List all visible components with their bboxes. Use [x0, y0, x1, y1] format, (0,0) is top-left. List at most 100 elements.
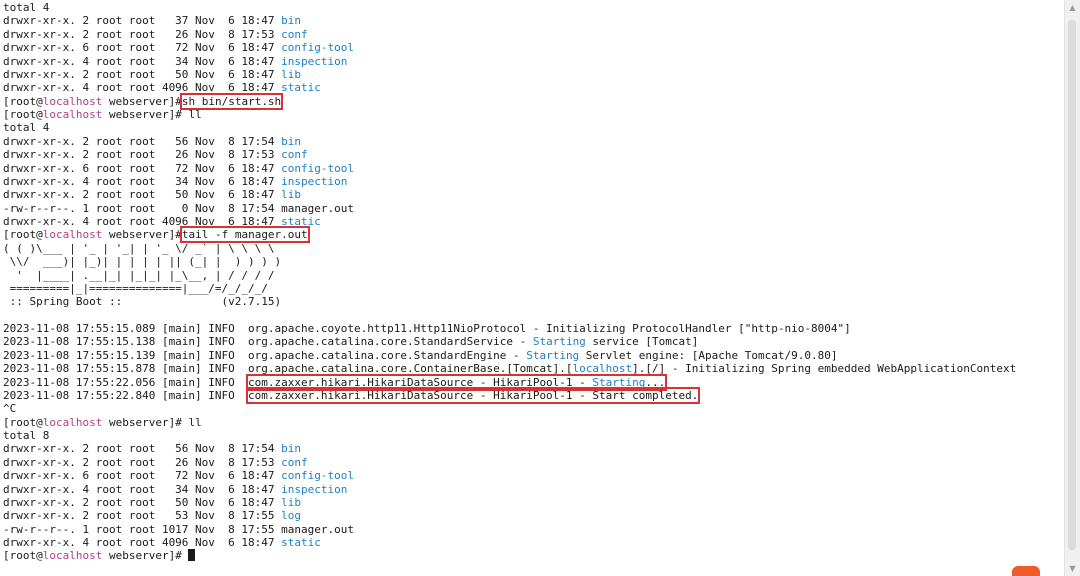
log-timestamp: 2023-11-08 17:55:22.840 [main] INFO — [3, 388, 249, 402]
listing-row: drwxr-xr-x. 2 root root 50 Nov 6 18:47 l… — [3, 188, 1065, 201]
file-meta: drwxr-xr-x. 6 root root 72 Nov 6 18:47 — [3, 41, 282, 55]
file-meta: drwxr-xr-x. 6 root root 72 Nov 6 18:47 — [3, 161, 282, 175]
file-meta: drwxr-xr-x. 4 root root 4096 Nov 6 18:47 — [3, 215, 282, 228]
spring-boot-label: :: Spring Boot :: — [3, 295, 129, 309]
spring-banner-line: ' |____| .__|_| |_|_| |_\__, | / / / / — [3, 268, 275, 282]
dir-name: lib — [281, 188, 302, 202]
file-meta: drwxr-xr-x. 2 root root 53 Nov 8 17:55 — [3, 509, 282, 523]
log-line: 2023-11-08 17:55:15.089 [main] INFO org.… — [3, 322, 1065, 335]
file-name: manager.out — [281, 201, 355, 215]
prompt-line[interactable]: [root@localhost webserver]# — [3, 549, 1065, 562]
dir-name: conf — [281, 455, 308, 469]
prompt-host: localhost — [42, 108, 103, 121]
listing-row: drwxr-xr-x. 6 root root 72 Nov 6 18:47 c… — [3, 41, 1065, 54]
prompt-host: localhost — [42, 415, 103, 429]
file-meta: drwxr-xr-x. 2 root root 26 Nov 8 17:53 — [3, 455, 282, 469]
dir-name: inspection — [281, 54, 348, 68]
file-meta: drwxr-xr-x. 4 root root 34 Nov 6 18:47 — [3, 54, 282, 68]
prompt-line: [root@localhost webserver]# ll — [3, 108, 1065, 121]
listing-row: drwxr-xr-x. 4 root root 34 Nov 6 18:47 i… — [3, 175, 1065, 188]
log-message: com.zaxxer.hikari.HikariDataSource - Hik… — [248, 375, 593, 389]
terminal-output[interactable]: total 4 drwxr-xr-x. 2 root root 37 Nov 6… — [0, 0, 1065, 576]
dir-name: bin — [281, 14, 302, 28]
listing-row: drwxr-xr-x. 2 root root 50 Nov 6 18:47 l… — [3, 496, 1065, 509]
prompt-host: localhost — [42, 228, 103, 242]
command-ll: ll — [181, 415, 202, 429]
dir-name: config-tool — [281, 469, 355, 483]
cursor-block — [188, 549, 196, 562]
listing-row: drwxr-xr-x. 2 root root 26 Nov 8 17:53 c… — [3, 456, 1065, 469]
prompt-user: [root@ — [3, 94, 43, 108]
log-keyword: Starting — [532, 335, 586, 349]
prompt-host: localhost — [42, 94, 103, 108]
log-timestamp: 2023-11-08 17:55:15.139 [main] INFO — [3, 348, 249, 362]
dir-name: static — [281, 81, 321, 95]
log-line: 2023-11-08 17:55:15.138 [main] INFO org.… — [3, 335, 1065, 348]
total-line: total 4 — [3, 121, 50, 135]
file-meta: drwxr-xr-x. 2 root root 37 Nov 6 18:47 — [3, 14, 282, 28]
file-meta: -rw-r--r--. 1 root root 1017 Nov 8 17:55 — [3, 522, 282, 536]
dir-name: config-tool — [281, 41, 355, 55]
prompt-user: [root@ — [3, 228, 43, 242]
log-timestamp: 2023-11-08 17:55:15.878 [main] INFO — [3, 362, 249, 376]
prompt-dir: webserver]# — [102, 415, 182, 429]
dir-name: lib — [281, 67, 302, 81]
dir-name: static — [281, 536, 321, 549]
dir-name: log — [281, 509, 302, 523]
log-message-tail: service [Tomcat] — [585, 335, 699, 349]
prompt-dir: webserver]# — [102, 108, 182, 121]
command-tail-highlighted: tail -f manager.out — [179, 226, 310, 244]
listing-row: drwxr-xr-x. 2 root root 37 Nov 6 18:47 b… — [3, 14, 1065, 27]
log-line: 2023-11-08 17:55:15.878 [main] INFO org.… — [3, 362, 1065, 375]
listing-row: drwxr-xr-x. 2 root root 56 Nov 8 17:54 b… — [3, 135, 1065, 148]
log-keyword: Starting — [526, 348, 580, 362]
spring-banner-line: \\/ ___)| |_)| | | | | || (_| | ) ) ) ) — [3, 255, 282, 269]
prompt-line: [root@localhost webserver]#sh bin/start.… — [3, 92, 1065, 110]
spring-boot-version: (v2.7.15) — [128, 295, 282, 309]
scrollbar-thumb[interactable] — [1068, 20, 1076, 550]
prompt-user: [root@ — [3, 415, 43, 429]
file-meta: drwxr-xr-x. 2 root root 26 Nov 8 17:53 — [3, 148, 282, 162]
prompt-host: localhost — [42, 549, 103, 563]
file-meta: -rw-r--r--. 1 root root 0 Nov 8 17:54 — [3, 201, 282, 215]
listing-row: drwxr-xr-x. 2 root root 56 Nov 8 17:54 b… — [3, 442, 1065, 455]
triangle-up-icon[interactable]: ▲ — [1065, 0, 1080, 15]
log-keyword: localhost — [572, 362, 633, 376]
dir-name: bin — [281, 442, 302, 456]
prompt-user: [root@ — [3, 549, 43, 563]
vertical-scrollbar[interactable]: ▲ ▼ — [1064, 0, 1080, 576]
log-line: 2023-11-08 17:55:15.139 [main] INFO org.… — [3, 349, 1065, 362]
file-meta: drwxr-xr-x. 2 root root 26 Nov 8 17:53 — [3, 27, 282, 41]
dir-name: bin — [281, 134, 302, 148]
total-line: total 8 — [3, 429, 50, 442]
dir-name: conf — [281, 148, 308, 162]
listing-row: -rw-r--r--. 1 root root 0 Nov 8 17:54 ma… — [3, 202, 1065, 215]
triangle-down-icon[interactable]: ▼ — [1065, 561, 1080, 576]
dir-name: conf — [281, 27, 308, 41]
log-line: 2023-11-08 17:55:22.840 [main] INFO com.… — [3, 386, 1065, 404]
file-meta: drwxr-xr-x. 2 root root 50 Nov 6 18:47 — [3, 67, 282, 81]
log-timestamp: 2023-11-08 17:55:15.138 [main] INFO — [3, 335, 249, 349]
dir-name: inspection — [281, 174, 348, 188]
listing-row: drwxr-xr-x. 6 root root 72 Nov 6 18:47 c… — [3, 162, 1065, 175]
command-ll: ll — [181, 108, 202, 121]
log-timestamp: 2023-11-08 17:55:15.089 [main] INFO — [3, 322, 249, 335]
log-message: org.apache.coyote.http11.Http11NioProtoc… — [248, 322, 851, 335]
interrupt-line: ^C — [3, 402, 17, 416]
prompt-dir: webserver]# — [102, 228, 182, 242]
log-message: org.apache.catalina.core.ContainerBase.[… — [248, 362, 573, 376]
listing-row: drwxr-xr-x. 4 root root 34 Nov 6 18:47 i… — [3, 55, 1065, 68]
dir-name: lib — [281, 495, 302, 509]
prompt-dir: webserver]# — [102, 94, 182, 108]
listing-row: drwxr-xr-x. 2 root root 50 Nov 6 18:47 l… — [3, 68, 1065, 81]
listing-row: drwxr-xr-x. 4 root root 4096 Nov 6 18:47… — [3, 215, 1065, 228]
log-message-highlighted: com.zaxxer.hikari.HikariDataSource - Hik… — [246, 373, 668, 391]
log-line: 2023-11-08 17:55:22.056 [main] INFO com.… — [3, 373, 1065, 391]
log-message-highlighted: com.zaxxer.hikari.HikariDataSource - Hik… — [246, 386, 701, 404]
logo-icon — [1012, 566, 1040, 576]
prompt-dir: webserver]# — [102, 549, 182, 563]
file-meta: drwxr-xr-x. 4 root root 4096 Nov 6 18:47 — [3, 536, 282, 549]
spring-banner-line: =========|_|==============|___/=/_/_/_/ — [3, 281, 268, 295]
log-message: org.apache.catalina.core.StandardService… — [248, 335, 533, 349]
listing-row: drwxr-xr-x. 2 root root 26 Nov 8 17:53 c… — [3, 28, 1065, 41]
